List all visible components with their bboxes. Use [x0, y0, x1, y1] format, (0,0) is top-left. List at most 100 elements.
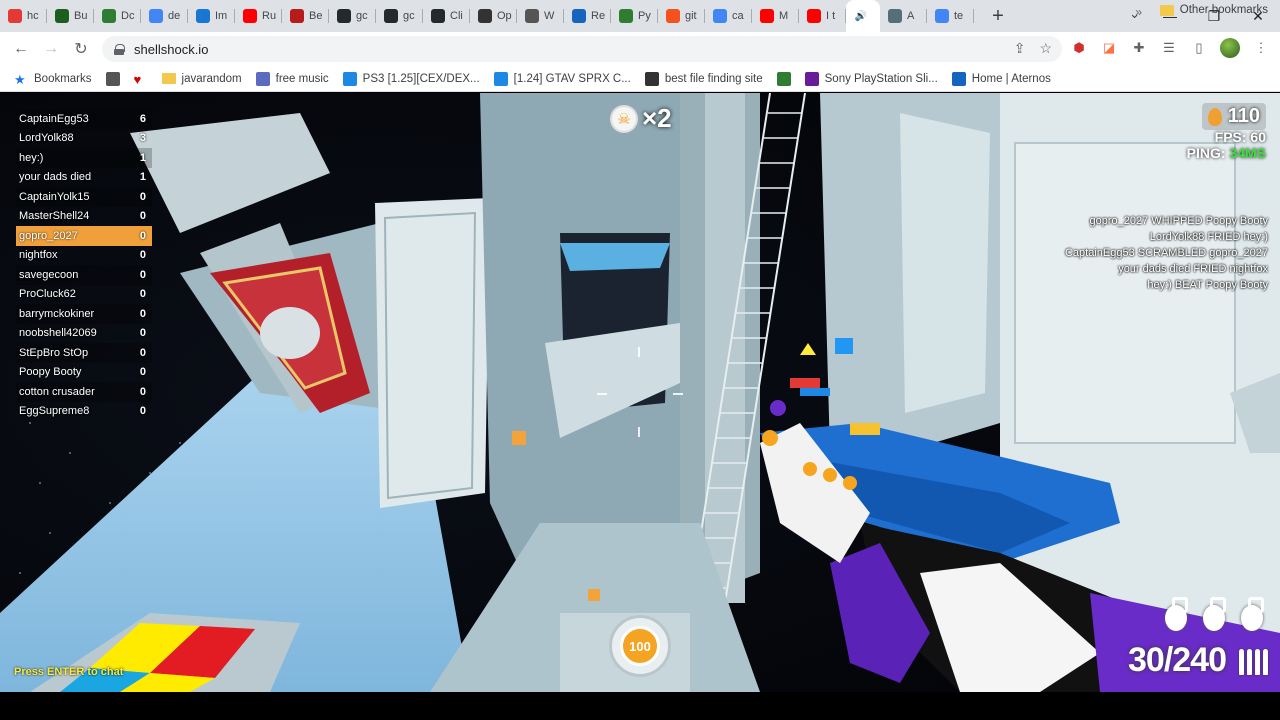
player-name: cotton crusader: [19, 385, 95, 398]
player-name: barrymckokiner: [19, 307, 95, 320]
grenade-count: [1162, 595, 1266, 631]
lock-icon[interactable]: [114, 43, 125, 55]
tab-favicon-icon: [619, 9, 633, 23]
bookmark-label: [1.24] GTAV SPRX C...: [513, 72, 631, 85]
player-name: EggSupreme8: [19, 405, 90, 418]
scoreboard-row: gopro_2027 0: [16, 226, 152, 246]
other-bookmarks[interactable]: Other bookmarks: [1159, 4, 1268, 16]
bookmark-label: Sony PlayStation Sli...: [824, 72, 938, 85]
player-name: hey:): [19, 151, 44, 164]
tab-label: te: [954, 10, 964, 22]
browser-tab[interactable]: A: [880, 0, 927, 32]
browser-tab[interactable]: Re: [564, 0, 611, 32]
tab-favicon-icon: [807, 9, 821, 23]
egg-icon: [1207, 107, 1222, 126]
bookmark-item[interactable]: ★ Bookmarks: [10, 72, 96, 87]
browser-tab[interactable]: I t: [799, 0, 846, 32]
browser-tab[interactable]: gc: [376, 0, 423, 32]
tab-favicon-icon: [431, 9, 445, 23]
browser-tab[interactable]: Be: [282, 0, 329, 32]
player-score: 0: [139, 229, 146, 242]
crosshair-bottom: [638, 427, 640, 437]
bookmarks-bar: ★ Bookmarks ♥ javarandom free music PS3 [1.25…: [0, 66, 1280, 92]
tab-label: Bu: [74, 10, 88, 22]
bookmark-label: best file finding site: [664, 72, 763, 85]
back-icon[interactable]: ←: [6, 40, 36, 58]
scoreboard-row: CaptainEgg53 6: [16, 109, 152, 129]
bookmark-item[interactable]: javarandom: [158, 73, 246, 85]
browser-tab[interactable]: Ru: [235, 0, 282, 32]
scoreboard-row: your dads died 1: [16, 168, 152, 188]
bookmark-item[interactable]: Sony PlayStation Sli...: [801, 71, 942, 86]
browser-tab[interactable]: ca: [705, 0, 752, 32]
bookmark-item[interactable]: free music: [252, 71, 333, 86]
media-queue-icon[interactable]: ☰: [1160, 39, 1178, 57]
browser-tab[interactable]: Bu: [47, 0, 94, 32]
bookmark-item[interactable]: [1.24] GTAV SPRX C...: [490, 71, 635, 86]
tab-favicon-icon: [478, 9, 492, 23]
share-icon[interactable]: ⇪: [1014, 40, 1026, 57]
browser-tab[interactable]: gc: [329, 0, 376, 32]
ammo-counter: 30/240: [1128, 641, 1227, 679]
scoreboard-row: hey:) 1: [16, 148, 152, 168]
bag-icon: [804, 71, 819, 86]
tab-label: git: [685, 10, 697, 22]
scoreboard-row: CaptainYolk15 0: [16, 187, 152, 207]
browser-tab[interactable]: hc: [0, 0, 47, 32]
tab-favicon-icon: [102, 9, 116, 23]
browser-tab[interactable]: te: [927, 0, 974, 32]
health-value: 100: [620, 626, 660, 666]
skull-icon: ☠: [610, 104, 638, 133]
browser-tab[interactable]: de: [141, 0, 188, 32]
bookmark-item[interactable]: Home | Aternos: [948, 71, 1055, 86]
bookmark-item[interactable]: PS3 [1.25][CEX/DEX...: [339, 71, 484, 86]
browser-tab[interactable]: Cli: [423, 0, 470, 32]
tab-label: A: [907, 10, 915, 22]
tab-label: Re: [591, 10, 606, 22]
browser-tab[interactable]: M: [752, 0, 799, 32]
player-name: nightfox: [19, 249, 58, 262]
reload-icon[interactable]: ↻: [66, 39, 96, 59]
address-bar[interactable]: shellshock.io ⇪ ☆: [102, 36, 1062, 62]
bookmark-item[interactable]: [773, 71, 795, 86]
forward-icon[interactable]: →: [36, 40, 66, 58]
puzzle-icon[interactable]: ✚: [1130, 39, 1148, 57]
chat-hint: Press ENTER to chat: [14, 666, 124, 678]
browser-tab[interactable]: git: [658, 0, 705, 32]
profile-avatar[interactable]: [1220, 38, 1240, 58]
tab-favicon-icon: [713, 9, 727, 23]
bookmark-item[interactable]: ♥: [130, 72, 152, 87]
browser-tab[interactable]: Op: [470, 0, 517, 32]
tab-label: Im: [215, 10, 228, 22]
screen-bottom-bar: [0, 692, 1280, 720]
folder-icon: [1159, 4, 1174, 16]
scoreboard-row: barrymckokiner 0: [16, 304, 152, 324]
browser-tab[interactable]: Py: [611, 0, 658, 32]
player-score: 0: [139, 385, 146, 398]
menu-icon[interactable]: ⋮: [1252, 39, 1270, 57]
player-name: CaptainYolk15: [19, 190, 90, 203]
side-panel-icon[interactable]: ▯: [1190, 39, 1208, 57]
player-score: 0: [139, 405, 146, 418]
browser-tab[interactable]: W: [517, 0, 564, 32]
bookmark-item[interactable]: [102, 71, 124, 86]
crosshair-right: [673, 393, 683, 395]
aternos-icon: [951, 71, 966, 86]
tab-favicon-icon: [572, 9, 586, 23]
c-icon: [342, 71, 357, 86]
bookmarks-overflow[interactable]: »: [1135, 5, 1142, 19]
killfeed-entry: gopro_2027 WHIPPED Poopy Booty: [1089, 215, 1268, 227]
game-viewport[interactable]: CaptainEgg53 6 LordYolk88 3 hey:) 1 your dads …: [0, 93, 1280, 692]
browser-tab[interactable]: 🔊✕: [846, 0, 880, 32]
scoreboard-row: MasterShell24 0: [16, 207, 152, 227]
adblock-extension-icon[interactable]: ⬢: [1070, 39, 1088, 57]
bookmark-star-icon[interactable]: ☆: [1039, 40, 1052, 57]
bookmark-item[interactable]: best file finding site: [641, 71, 767, 86]
player-name: LordYolk88: [19, 132, 74, 145]
browser-tab[interactable]: Im: [188, 0, 235, 32]
extension-icon[interactable]: ◪: [1100, 39, 1118, 57]
tab-favicon-icon: [666, 9, 680, 23]
tab-label: Dc: [121, 10, 135, 22]
browser-tab[interactable]: Dc: [94, 0, 141, 32]
new-tab-button[interactable]: +: [984, 2, 1012, 30]
